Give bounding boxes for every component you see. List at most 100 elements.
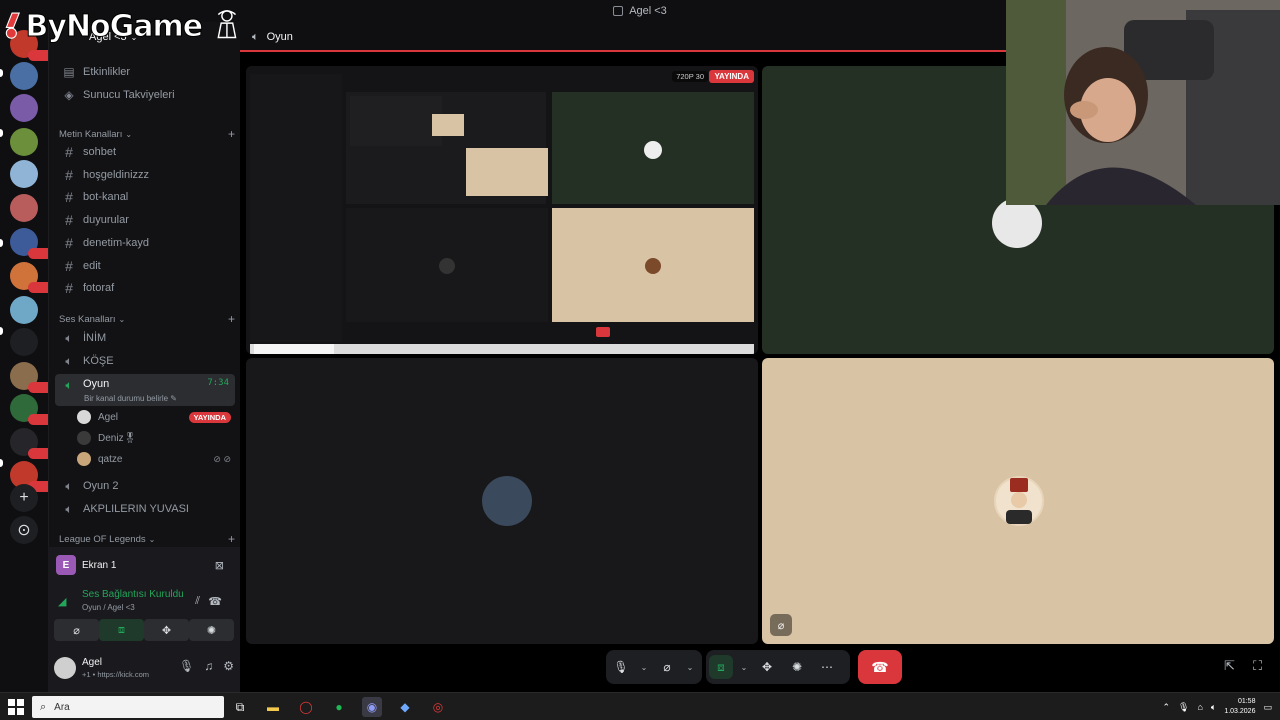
disconnect-button[interactable]: ☎ bbox=[858, 650, 902, 684]
call-duration: 7:34 bbox=[207, 378, 229, 388]
server-icon[interactable] bbox=[10, 194, 38, 222]
add-server-button[interactable]: + bbox=[10, 484, 38, 512]
text-channel[interactable]: # duyurular bbox=[55, 210, 235, 230]
windows-start-icon[interactable] bbox=[8, 699, 24, 715]
task-view-icon[interactable]: ⧉ bbox=[230, 697, 250, 717]
screen-share-tile[interactable]: 720P 30 YAYINDA bbox=[246, 66, 758, 354]
camera-off-button[interactable]: ⌀ bbox=[655, 655, 679, 679]
discord-icon[interactable]: ◉ bbox=[362, 697, 382, 717]
gear-icon[interactable]: ⚙ bbox=[223, 659, 234, 673]
server-icon[interactable] bbox=[10, 160, 38, 188]
category-voice-channels[interactable]: Ses Kanalları ⌄ + bbox=[59, 312, 235, 326]
speaker-icon: 🔈︎ bbox=[65, 501, 73, 516]
fullscreen-icon[interactable]: ⛶ bbox=[1253, 658, 1262, 674]
screen-share-label: Ekran 1 bbox=[82, 559, 117, 571]
clock-date: 1.03.2026 bbox=[1224, 708, 1256, 715]
server-rail bbox=[0, 22, 48, 692]
participant-tile-qatze[interactable]: ⌀ bbox=[762, 358, 1274, 644]
voice-channel-inim[interactable]: 🔈︎ İNİM bbox=[55, 328, 235, 348]
chevron-down-icon[interactable]: ⌄ bbox=[638, 655, 650, 679]
sidebar-item-boosts[interactable]: ◈ Sunucu Takviyeleri bbox=[55, 85, 235, 105]
voice-channel-path[interactable]: Oyun / Agel <3 bbox=[82, 603, 135, 612]
add-channel-icon[interactable]: + bbox=[228, 127, 235, 141]
channel-status[interactable]: Bir kanal durumu belirle ✎ bbox=[84, 394, 177, 403]
voice-status[interactable]: Ses Bağlantısı Kuruldu bbox=[82, 589, 184, 600]
camera-off-button[interactable]: ⌀ bbox=[54, 619, 99, 641]
volume-icon[interactable]: 🔈︎ bbox=[1211, 702, 1216, 713]
webcam-feed bbox=[1006, 0, 1280, 205]
avatar bbox=[482, 476, 532, 526]
channel-name: KÖŞE bbox=[83, 355, 114, 367]
channel-name: bot-kanal bbox=[83, 191, 129, 204]
voice-member-deniz[interactable]: Deniz🎖 bbox=[77, 428, 231, 448]
soundboard-button[interactable]: ✺ bbox=[785, 655, 809, 679]
chevron-down-icon[interactable]: ⌄ bbox=[738, 655, 750, 679]
obs-icon[interactable]: ◎ bbox=[428, 697, 448, 717]
more-options-button[interactable]: ⋯ bbox=[815, 655, 839, 679]
user-name: Agel bbox=[82, 657, 103, 668]
avatar bbox=[77, 410, 91, 424]
text-channel[interactable]: # denetim-kayd bbox=[55, 233, 235, 253]
server-icon[interactable] bbox=[10, 128, 38, 156]
server-icon[interactable] bbox=[10, 328, 38, 356]
voice-channel-oyun-2[interactable]: 🔈︎ Oyun 2 bbox=[55, 476, 235, 496]
chevron-down-icon[interactable]: ⌄ bbox=[684, 655, 696, 679]
headphones-icon[interactable]: ♫ bbox=[204, 659, 213, 673]
text-channel[interactable]: # sohbet bbox=[55, 142, 235, 162]
text-channel[interactable]: # bot-kanal bbox=[55, 187, 235, 207]
spotify-icon[interactable]: ● bbox=[329, 697, 349, 717]
category-text-channels[interactable]: Metin Kanalları ⌄ + bbox=[59, 127, 235, 141]
disconnect-icon[interactable]: ☎ bbox=[208, 595, 222, 608]
text-channel[interactable]: # hoşgeldinizzz bbox=[55, 165, 235, 185]
sidebar-item-events[interactable]: ▤ Etkinlikler bbox=[55, 62, 235, 82]
activities-button[interactable]: ✥ bbox=[144, 619, 189, 641]
notification-icon[interactable]: ▭ bbox=[1263, 702, 1272, 713]
voice-channel-oyun[interactable]: 🔈︎ Oyun 7:34 Bir kanal durumu belirle ✎ bbox=[55, 374, 235, 406]
add-channel-icon[interactable]: + bbox=[228, 312, 235, 326]
chevron-down-icon: ⌄ bbox=[148, 534, 156, 544]
opera-icon[interactable]: ◯ bbox=[296, 697, 316, 717]
noise-suppression-icon[interactable]: ⫽ bbox=[195, 595, 200, 608]
voice-channel-kose[interactable]: 🔈︎ KÖŞE bbox=[55, 351, 235, 371]
clock-time: 01:58 bbox=[1237, 698, 1256, 705]
discover-icon[interactable]: ⊙ bbox=[10, 516, 38, 544]
member-name: Deniz🎖 bbox=[98, 432, 137, 444]
soundboard-button[interactable]: ✺ bbox=[189, 619, 234, 641]
add-channel-icon[interactable]: + bbox=[228, 532, 235, 546]
network-icon[interactable]: ⌂ bbox=[1197, 702, 1202, 712]
user-info[interactable]: Agel +1 • https://kick.com 🎙︎ ♫ ⚙ bbox=[54, 653, 234, 683]
speaker-icon: 🔈︎ bbox=[65, 478, 73, 493]
live-badge: YAYINDA bbox=[709, 70, 754, 83]
microphone-icon[interactable]: 🎙︎ bbox=[1178, 702, 1189, 713]
voice-member-agel[interactable]: Agel YAYINDA bbox=[77, 407, 231, 427]
microphone-button[interactable]: 🎙︎ bbox=[609, 655, 633, 679]
resolution-badge: 720P 30 bbox=[672, 71, 708, 82]
voice-member-qatze[interactable]: qatze ⊘ ⊘ bbox=[77, 449, 231, 469]
activities-button[interactable]: ✥ bbox=[755, 655, 779, 679]
text-channel[interactable]: # edit bbox=[55, 256, 235, 276]
hash-icon: # bbox=[65, 280, 73, 297]
server-icon[interactable] bbox=[10, 94, 38, 122]
member-name: Agel bbox=[98, 411, 119, 423]
popout-icon[interactable]: ⇱ bbox=[1224, 658, 1235, 674]
server-icon[interactable] bbox=[10, 296, 38, 324]
speaker-icon: 🔈︎ bbox=[65, 378, 73, 392]
taskbar-search[interactable]: ⌕ Ara bbox=[32, 696, 224, 718]
camera-off-icon[interactable]: ⌀ bbox=[770, 614, 792, 636]
microphone-icon[interactable]: 🎙︎ bbox=[179, 659, 194, 673]
screen-share-button[interactable]: ⧈ bbox=[99, 619, 144, 641]
app-icon[interactable]: ◆ bbox=[395, 697, 415, 717]
screen-share-button[interactable]: ⧈ bbox=[709, 655, 733, 679]
brand-logo-icon bbox=[5, 12, 21, 39]
unread-pill bbox=[0, 69, 3, 77]
clock[interactable]: 01:58 1.03.2026 bbox=[1224, 697, 1255, 717]
stop-share-icon[interactable]: ⊠ bbox=[215, 559, 224, 572]
chevron-up-icon[interactable]: ⌃ bbox=[1163, 702, 1171, 713]
sidebar-item-label: Sunucu Takviyeleri bbox=[83, 89, 175, 101]
text-channel[interactable]: # fotoraf bbox=[55, 278, 235, 298]
category-league[interactable]: League OF Legends ⌄ + bbox=[59, 532, 235, 546]
voice-channel-akplilerin-yuvasi[interactable]: 🔈︎ AKPLILERIN YUVASI bbox=[55, 499, 235, 519]
file-explorer-icon[interactable]: ▬ bbox=[263, 697, 283, 717]
server-icon[interactable] bbox=[10, 62, 38, 90]
participant-tile-deniz[interactable] bbox=[246, 358, 758, 644]
